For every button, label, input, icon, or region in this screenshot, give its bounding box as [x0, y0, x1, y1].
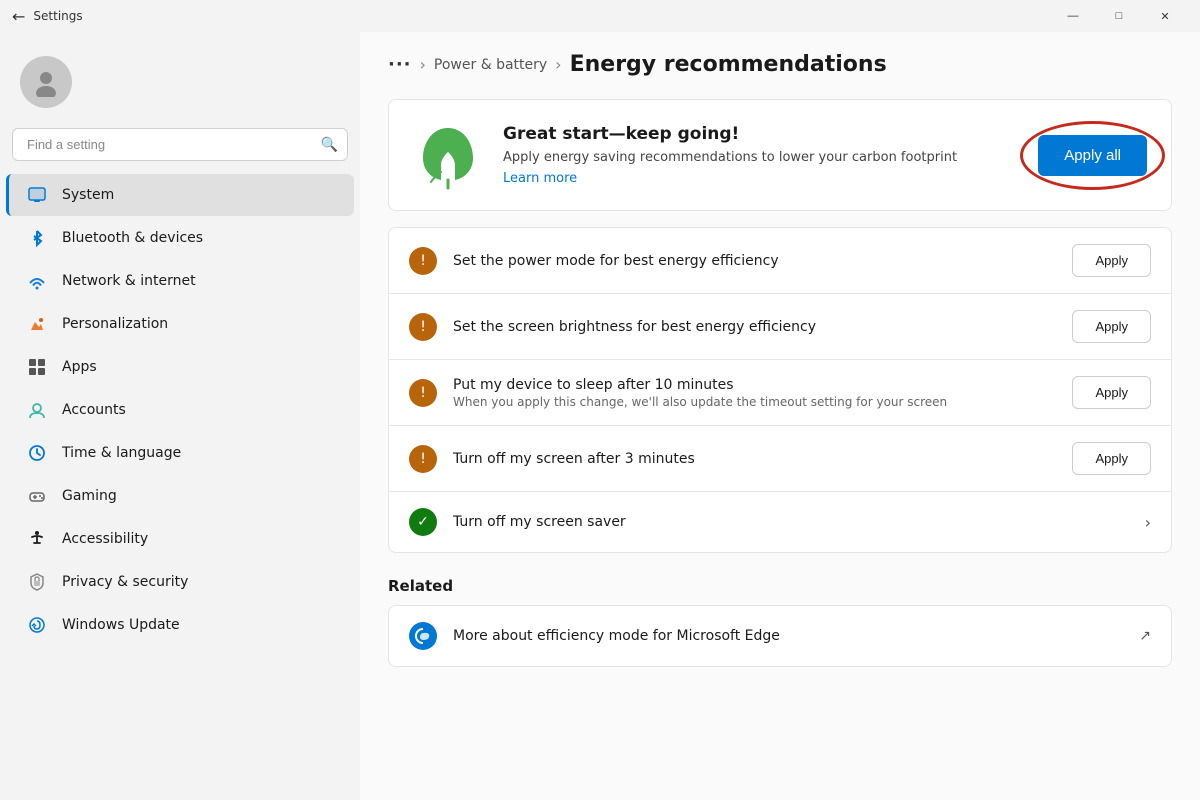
rec-content-rec2: Set the screen brightness for best energ…: [453, 319, 1056, 335]
apply-all-button[interactable]: Apply all: [1038, 135, 1147, 176]
rec-subtitle-rec3: When you apply this change, we'll also u…: [453, 395, 1056, 409]
sidebar-item-apps[interactable]: Apps: [6, 346, 354, 388]
sidebar-item-network[interactable]: Network & internet: [6, 260, 354, 302]
bluetooth-icon: [26, 227, 48, 249]
sidebar-item-accounts[interactable]: Accounts: [6, 389, 354, 431]
recommendations-list: ! Set the power mode for best energy eff…: [388, 227, 1172, 553]
sidebar-label-personalization: Personalization: [62, 316, 168, 332]
status-icon-rec1: !: [409, 247, 437, 275]
sidebar-item-gaming[interactable]: Gaming: [6, 475, 354, 517]
sidebar-label-gaming: Gaming: [62, 488, 117, 504]
user-avatar-section: [0, 44, 360, 128]
breadcrumb-dots[interactable]: ···: [388, 54, 412, 75]
app-title: Settings: [33, 9, 82, 23]
update-icon: [26, 614, 48, 636]
sidebar-label-system: System: [62, 187, 114, 203]
title-bar: ← Settings — □ ✕: [0, 0, 1200, 32]
related-title: Related: [388, 577, 1172, 595]
gaming-icon: [26, 485, 48, 507]
search-box: 🔍: [12, 128, 348, 161]
sidebar-item-system[interactable]: System: [6, 174, 354, 216]
close-button[interactable]: ✕: [1142, 0, 1188, 32]
time-icon: [26, 442, 48, 464]
apply-all-container: Apply all: [1038, 135, 1147, 176]
breadcrumb: ··· › Power & battery › Energy recommend…: [388, 52, 1172, 77]
back-icon[interactable]: ←: [12, 7, 25, 26]
apply-button-rec3[interactable]: Apply: [1072, 376, 1151, 409]
breadcrumb-sep1: ›: [420, 55, 426, 74]
status-icon-rec4: !: [409, 445, 437, 473]
leaf-icon: [413, 120, 483, 190]
rec-item-rec3: ! Put my device to sleep after 10 minute…: [388, 359, 1172, 425]
network-icon: [26, 270, 48, 292]
sidebar-item-bluetooth[interactable]: Bluetooth & devices: [6, 217, 354, 259]
rec-title-rec4: Turn off my screen after 3 minutes: [453, 451, 1056, 467]
status-icon-rec2: !: [409, 313, 437, 341]
rec-title-rec2: Set the screen brightness for best energ…: [453, 319, 1056, 335]
sidebar-label-time: Time & language: [62, 445, 181, 461]
apply-button-rec4[interactable]: Apply: [1072, 442, 1151, 475]
rec-title-rec3: Put my device to sleep after 10 minutes: [453, 377, 1056, 393]
sidebar-item-personalization[interactable]: Personalization: [6, 303, 354, 345]
app-body: 🔍 System Bluetooth & devices: [0, 32, 1200, 800]
sidebar-item-time[interactable]: Time & language: [6, 432, 354, 474]
rec-title-rec5: Turn off my screen saver: [453, 514, 1129, 530]
sidebar-label-accounts: Accounts: [62, 402, 126, 418]
sidebar-item-update[interactable]: Windows Update: [6, 604, 354, 646]
title-bar-left: ← Settings: [12, 7, 83, 26]
breadcrumb-sep2: ›: [555, 55, 561, 74]
personalization-icon: [26, 313, 48, 335]
apps-icon: [26, 356, 48, 378]
accessibility-icon: [26, 528, 48, 550]
hero-text: Great start—keep going! Apply energy sav…: [503, 124, 1018, 187]
sidebar-label-update: Windows Update: [62, 617, 180, 633]
edge-icon: [409, 622, 437, 650]
search-icon: 🔍: [321, 137, 338, 153]
accounts-icon: [26, 399, 48, 421]
hero-subtitle: Apply energy saving recommendations to l…: [503, 148, 1018, 168]
rec-item-rec5: ✓ Turn off my screen saver ›: [388, 491, 1172, 553]
sidebar-item-accessibility[interactable]: Accessibility: [6, 518, 354, 560]
apply-button-rec2[interactable]: Apply: [1072, 310, 1151, 343]
rec-item-rec4: ! Turn off my screen after 3 minutes App…: [388, 425, 1172, 491]
rec-content-rec1: Set the power mode for best energy effic…: [453, 253, 1056, 269]
hero-title: Great start—keep going!: [503, 124, 1018, 144]
search-input[interactable]: [12, 128, 348, 161]
maximize-button[interactable]: □: [1096, 0, 1142, 32]
sidebar-label-privacy: Privacy & security: [62, 574, 188, 590]
sidebar-label-network: Network & internet: [62, 273, 196, 289]
apply-button-rec1[interactable]: Apply: [1072, 244, 1151, 277]
main-content: ··· › Power & battery › Energy recommend…: [360, 32, 1200, 800]
related-item-edge[interactable]: More about efficiency mode for Microsoft…: [388, 605, 1172, 667]
status-icon-rec5: ✓: [409, 508, 437, 536]
avatar: [20, 56, 72, 108]
external-link-icon: ↗: [1139, 628, 1151, 644]
sidebar: 🔍 System Bluetooth & devices: [0, 32, 360, 800]
sidebar-label-apps: Apps: [62, 359, 97, 375]
related-section: Related More about efficiency mode for M…: [388, 577, 1172, 667]
rec-content-rec4: Turn off my screen after 3 minutes: [453, 451, 1056, 467]
learn-more-link[interactable]: Learn more: [503, 171, 577, 186]
breadcrumb-parent[interactable]: Power & battery: [434, 57, 547, 73]
sidebar-label-bluetooth: Bluetooth & devices: [62, 230, 203, 246]
hero-section: Great start—keep going! Apply energy sav…: [388, 99, 1172, 211]
related-item-edge-text: More about efficiency mode for Microsoft…: [453, 628, 1123, 644]
rec-item-rec1: ! Set the power mode for best energy eff…: [388, 227, 1172, 293]
breadcrumb-current: Energy recommendations: [570, 52, 887, 77]
sidebar-item-privacy[interactable]: Privacy & security: [6, 561, 354, 603]
window-controls: — □ ✕: [1050, 0, 1188, 32]
privacy-icon: [26, 571, 48, 593]
sidebar-nav: System Bluetooth & devices Network & int…: [0, 173, 360, 788]
minimize-button[interactable]: —: [1050, 0, 1096, 32]
rec-item-rec2: ! Set the screen brightness for best ene…: [388, 293, 1172, 359]
chevron-icon-rec5: ›: [1145, 513, 1151, 532]
rec-content-rec5: Turn off my screen saver: [453, 514, 1129, 530]
sidebar-label-accessibility: Accessibility: [62, 531, 148, 547]
rec-title-rec1: Set the power mode for best energy effic…: [453, 253, 1056, 269]
system-icon: [26, 184, 48, 206]
rec-content-rec3: Put my device to sleep after 10 minutes …: [453, 377, 1056, 409]
status-icon-rec3: !: [409, 379, 437, 407]
